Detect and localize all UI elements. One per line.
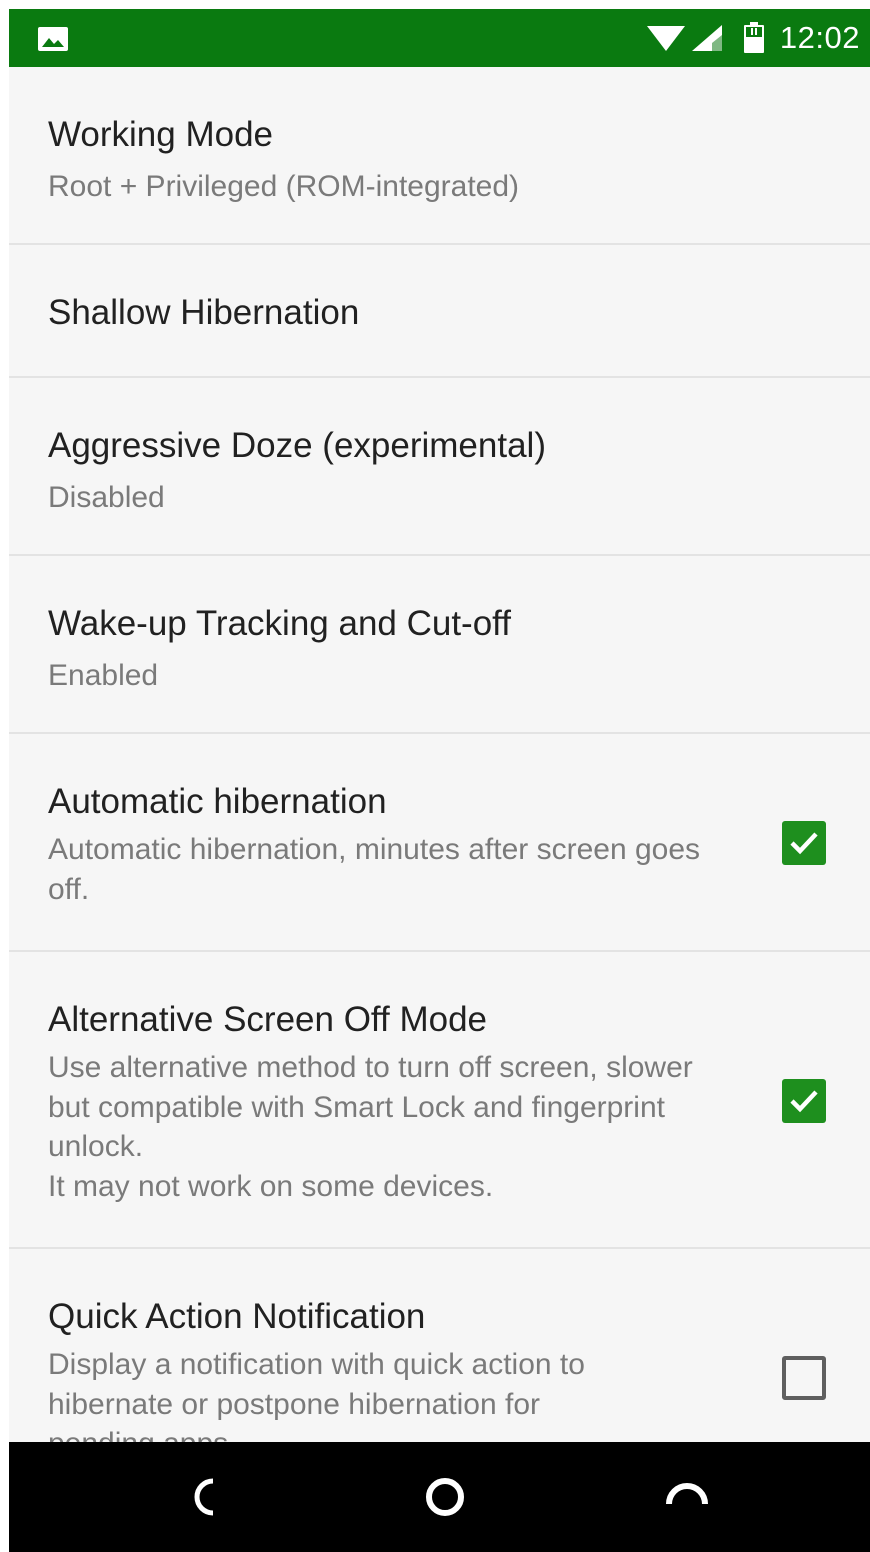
setting-automatic-hibernation[interactable]: Automatic hibernation Automatic hibernat… <box>9 734 870 952</box>
setting-summary: Enabled <box>48 659 159 692</box>
setting-summary: Root + Privileged (ROM-integrated) <box>48 170 520 203</box>
home-button[interactable] <box>385 1442 505 1552</box>
setting-title: Automatic hibernation <box>48 782 387 821</box>
setting-title: Aggressive Doze (experimental) <box>48 426 546 465</box>
setting-alternative-screen-off[interactable]: Alternative Screen Off Mode Use alternat… <box>9 952 870 1249</box>
status-clock: 12:02 <box>779 20 860 55</box>
screen: 12:02 Working Mode Root + Privileged (RO… <box>9 9 870 1552</box>
recents-button[interactable] <box>627 1442 747 1552</box>
setting-title: Wake-up Tracking and Cut-off <box>48 604 511 643</box>
setting-summary: Disabled <box>48 481 165 514</box>
battery-icon <box>743 22 764 53</box>
setting-summary: Automatic hibernation, minutes after scr… <box>48 833 701 906</box>
setting-aggressive-doze[interactable]: Aggressive Doze (experimental) Disabled <box>9 378 870 556</box>
setting-title: Shallow Hibernation <box>48 293 360 332</box>
home-icon <box>426 1478 464 1516</box>
signal-icon <box>691 25 722 51</box>
setting-working-mode[interactable]: Working Mode Root + Privileged (ROM-inte… <box>9 67 870 245</box>
status-bar: 12:02 <box>9 9 870 67</box>
setting-summary: Use alternative method to turn off scree… <box>48 1051 693 1203</box>
navigation-bar <box>9 1442 870 1552</box>
setting-title: Working Mode <box>48 115 274 154</box>
quick-action-notification-checkbox[interactable] <box>782 1356 826 1400</box>
setting-title: Quick Action Notification <box>48 1297 426 1336</box>
back-button[interactable] <box>146 1442 266 1552</box>
automatic-hibernation-checkbox[interactable] <box>782 821 826 865</box>
check-icon <box>790 832 818 855</box>
wifi-icon <box>646 26 685 51</box>
recents-icon <box>666 1483 708 1505</box>
back-icon <box>194 1478 214 1516</box>
setting-wakeup-tracking[interactable]: Wake-up Tracking and Cut-off Enabled <box>9 556 870 734</box>
image-notification-icon <box>38 27 68 51</box>
settings-list: Working Mode Root + Privileged (ROM-inte… <box>9 67 870 1509</box>
check-icon <box>790 1090 818 1113</box>
alternative-screen-off-checkbox[interactable] <box>782 1079 826 1123</box>
setting-shallow-hibernation[interactable]: Shallow Hibernation <box>9 245 870 378</box>
setting-title: Alternative Screen Off Mode <box>48 1000 488 1039</box>
